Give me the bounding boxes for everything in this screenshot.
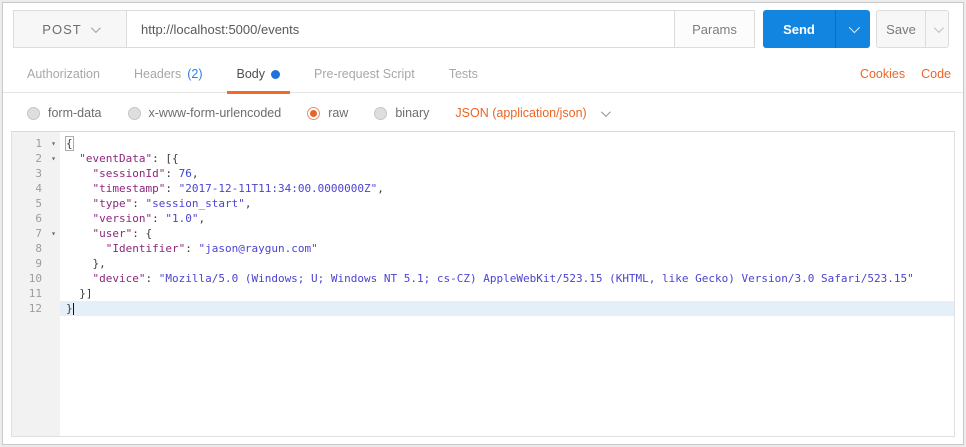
save-options-button[interactable] (925, 11, 948, 47)
tab-headers[interactable]: Headers (2) (132, 56, 205, 93)
radio-circle-icon (127, 106, 141, 120)
line-number: 11 (28, 287, 42, 300)
editor-line[interactable]: 9 }, (12, 256, 954, 271)
body-has-content-dot (271, 69, 280, 79)
editor-lines: 1 ▾{2 ▾ "eventData": [{3 "sessionId": 76, 4… (12, 136, 954, 316)
editor-line[interactable]: 11 }] (12, 286, 954, 301)
params-button[interactable]: Params (674, 11, 754, 47)
tabs-links: Cookies Code (860, 67, 963, 81)
code-text: "version": "1.0", (92, 212, 206, 225)
editor-line[interactable]: 4 "timestamp": "2017-12-11T11:34:00.0000… (12, 181, 954, 196)
line-number: 2 ▾ (35, 151, 56, 166)
editor-line[interactable]: 12} (12, 301, 954, 316)
url-value: http://localhost:5000/events (141, 21, 300, 37)
code-text: { (65, 136, 74, 151)
content-type-dropdown[interactable]: JSON (application/json) (455, 106, 611, 120)
send-split-button: Send (763, 10, 870, 48)
url-group: POST http://localhost:5000/events Params (13, 10, 755, 48)
raw-body-editor[interactable]: 1 ▾{2 ▾ "eventData": [{3 "sessionId": 76, 4… (11, 131, 955, 437)
cookies-link[interactable]: Cookies (860, 67, 905, 81)
code-text: "eventData": [{ (79, 152, 179, 165)
chevron-down-icon (90, 22, 101, 33)
line-number: 3 (35, 167, 42, 180)
radio-form-data[interactable]: form-data (27, 106, 102, 120)
method-label: POST (42, 21, 82, 37)
editor-line[interactable]: 10 "device": "Mozilla/5.0 (Windows; U; W… (12, 271, 954, 286)
code-text: "user": { (92, 227, 153, 240)
code-text: } (60, 301, 954, 316)
chevron-down-icon (600, 106, 611, 117)
send-options-button[interactable] (835, 10, 870, 48)
url-input[interactable]: http://localhost:5000/events (127, 11, 674, 47)
chevron-down-icon (848, 21, 861, 34)
tab-body[interactable]: Body (226, 56, 290, 94)
line-number: 8 (35, 242, 42, 255)
code-text: "Identifier": "jason@raygun.com" (105, 242, 318, 255)
fold-arrow-icon[interactable]: ▾ (51, 151, 56, 166)
editor-line[interactable]: 7 ▾ "user": { (12, 226, 954, 241)
editor-line[interactable]: 1 ▾ { (12, 136, 954, 151)
code-link[interactable]: Code (921, 67, 951, 81)
code-text: }, (66, 257, 106, 270)
line-number: 10 (28, 272, 42, 285)
request-builder-panel: POST http://localhost:5000/events Params… (2, 2, 964, 445)
radio-circle-icon (27, 106, 40, 120)
code-text: }] (66, 287, 93, 300)
radio-binary[interactable]: binary (374, 106, 429, 120)
fold-arrow-icon[interactable]: ▾ (51, 226, 56, 241)
fold-arrow-icon[interactable]: ▾ (51, 136, 56, 151)
editor-line[interactable]: 2 ▾ "eventData": [{ (12, 151, 954, 166)
code-text: "sessionId": 76, (92, 167, 199, 180)
line-number: 12 (28, 302, 42, 315)
tab-authorization[interactable]: Authorization (25, 56, 102, 93)
line-number: 9 (35, 257, 42, 270)
request-tabs-row: Authorization Headers (2) Body Pre-reque… (3, 56, 963, 94)
editor-line[interactable]: 5 "type": "session_start", (12, 196, 954, 211)
line-number: 5 (35, 197, 42, 210)
editor-line[interactable]: 8 "Identifier": "jason@raygun.com" (12, 241, 954, 256)
line-number: 4 (35, 182, 42, 195)
editor-line[interactable]: 3 "sessionId": 76, (12, 166, 954, 181)
headers-count-badge: (2) (187, 67, 203, 81)
method-select[interactable]: POST (14, 11, 127, 47)
line-number: 6 (35, 212, 42, 225)
editor-line[interactable]: 6 "version": "1.0", (12, 211, 954, 226)
radio-circle-icon (374, 106, 388, 120)
app-window: POST http://localhost:5000/events Params… (0, 0, 966, 447)
radio-x-www-form-urlencoded[interactable]: x-www-form-urlencoded (127, 106, 281, 120)
request-bar: POST http://localhost:5000/events Params… (13, 10, 949, 48)
save-split-button: Save (876, 10, 949, 48)
tab-pre-request-script[interactable]: Pre-request Script (312, 56, 417, 93)
tab-tests[interactable]: Tests (447, 56, 480, 93)
code-text: "type": "session_start", (92, 197, 252, 210)
radio-circle-icon (307, 106, 321, 120)
body-type-row: form-data x-www-form-urlencoded raw bina… (3, 94, 963, 132)
text-cursor (73, 303, 75, 315)
code-text: "timestamp": "2017-12-11T11:34:00.000000… (92, 182, 384, 195)
save-button[interactable]: Save (877, 11, 925, 47)
radio-raw[interactable]: raw (307, 106, 348, 120)
code-text: "device": "Mozilla/5.0 (Windows; U; Wind… (92, 272, 914, 285)
send-button[interactable]: Send (763, 10, 835, 48)
line-number: 7 ▾ (35, 226, 56, 241)
request-tabs: Authorization Headers (2) Body Pre-reque… (3, 56, 480, 94)
line-number: 1 ▾ (35, 136, 56, 151)
chevron-down-icon (933, 22, 944, 33)
